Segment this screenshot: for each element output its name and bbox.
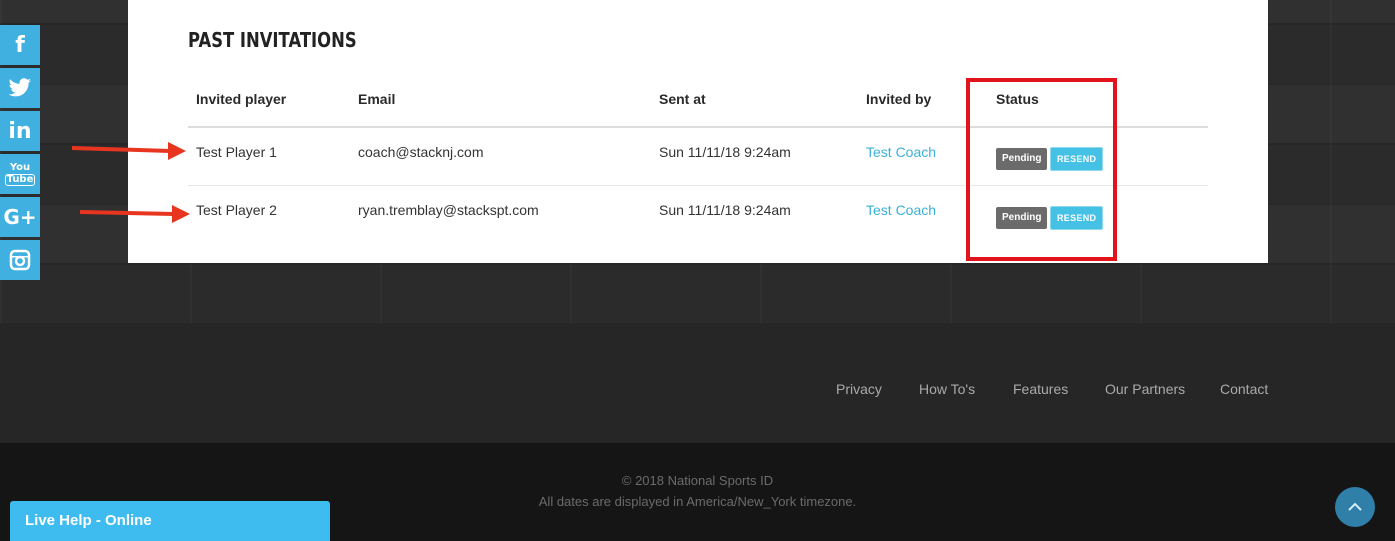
footer-link-features[interactable]: Features — [1013, 381, 1068, 397]
status-highlight-box — [966, 78, 1117, 261]
column-header-sent-at: Sent at — [659, 91, 706, 107]
footer-link-contact[interactable]: Contact — [1220, 381, 1268, 397]
player-email: coach@stacknj.com — [358, 144, 484, 160]
social-sidebar: f in You Tube G+ — [0, 25, 40, 283]
scroll-to-top-button[interactable] — [1335, 487, 1375, 527]
twitter-icon[interactable] — [0, 68, 40, 108]
section-title: PAST INVITATIONS — [188, 28, 357, 52]
live-help-button[interactable]: Live Help - Online — [10, 501, 330, 541]
invited-by-link[interactable]: Test Coach — [866, 202, 936, 218]
youtube-icon[interactable]: You Tube — [0, 154, 40, 194]
sent-at: Sun 11/11/18 9:24am — [659, 144, 791, 160]
column-header-invited-by: Invited by — [866, 91, 932, 107]
footer-nav: Privacy How To's Features Our Partners C… — [0, 323, 1395, 443]
copyright-text: © 2018 National Sports ID — [621, 473, 774, 488]
sent-at: Sun 11/11/18 9:24am — [659, 202, 791, 218]
player-name: Test Player 2 — [196, 202, 277, 218]
linkedin-icon[interactable]: in — [0, 111, 40, 151]
footer-link-privacy[interactable]: Privacy — [836, 381, 882, 397]
footer-link-our-partners[interactable]: Our Partners — [1105, 381, 1185, 397]
footer-link-how-tos[interactable]: How To's — [919, 381, 975, 397]
facebook-icon[interactable]: f — [0, 25, 40, 65]
player-email: ryan.tremblay@stackspt.com — [358, 202, 539, 218]
google-plus-icon[interactable]: G+ — [0, 197, 40, 237]
player-name: Test Player 1 — [196, 144, 277, 160]
annotation-arrow-icon — [71, 142, 186, 160]
invited-by-link[interactable]: Test Coach — [866, 144, 936, 160]
annotation-arrow-icon — [79, 205, 190, 223]
instagram-icon[interactable] — [0, 240, 40, 280]
chevron-up-icon — [1348, 502, 1362, 511]
column-header-email: Email — [358, 91, 396, 107]
column-header-invited-player: Invited player — [196, 91, 287, 107]
